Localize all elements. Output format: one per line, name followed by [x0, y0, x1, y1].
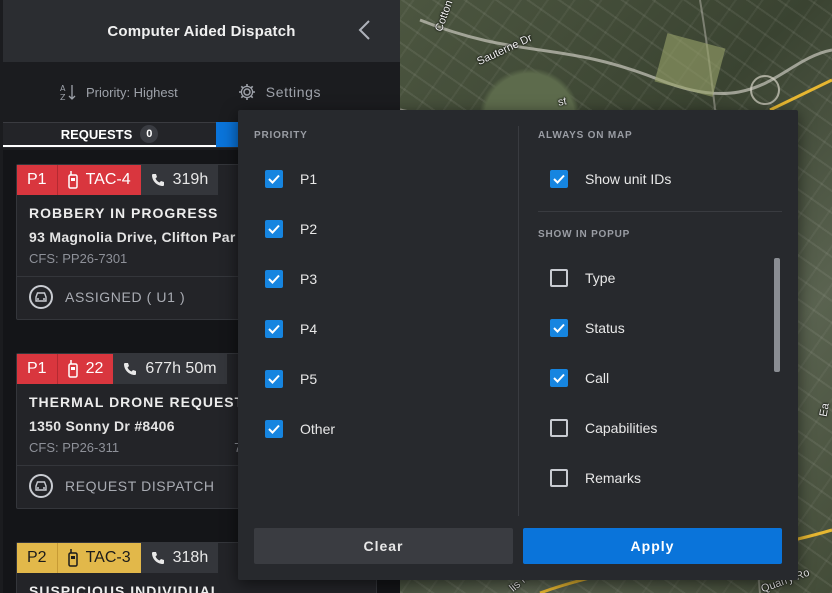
unit-id: TAC-4 [85, 171, 131, 188]
section-divider [538, 211, 782, 212]
priority-option-p1[interactable]: P1 [265, 170, 317, 188]
priority-chip: P1 [17, 165, 57, 195]
cfs-number: CFS: PP26-7301 [29, 251, 128, 266]
elapsed-chip: 677h 50m [113, 354, 227, 384]
option-label: Other [300, 421, 336, 437]
option-label: Call [585, 370, 610, 386]
priority-option-p3[interactable]: P3 [265, 270, 317, 288]
popup-option-status[interactable]: Status [550, 319, 625, 337]
checkbox-checked-icon[interactable] [265, 170, 283, 188]
call-cfs: CFS: PP26-7301 7 [17, 245, 257, 266]
priority-option-p4[interactable]: P4 [265, 320, 317, 338]
dispatch-label: REQUEST DISPATCH [65, 478, 215, 494]
sort-label: Priority: Highest [86, 84, 178, 100]
tab-requests-label: REQUESTS [60, 126, 133, 142]
priority-chip: P2 [17, 543, 57, 573]
assignment-status: ASSIGNED ( U1 ) [65, 289, 186, 305]
checkbox-checked-icon[interactable] [550, 319, 568, 337]
map-label-street: Ea [817, 402, 832, 418]
apply-button[interactable]: Apply [523, 528, 782, 564]
phone-icon [151, 174, 164, 186]
scrollbar-thumb[interactable] [774, 258, 780, 372]
elapsed-chip: 319h [140, 165, 219, 195]
column-divider [518, 126, 519, 516]
checkbox-checked-icon[interactable] [265, 320, 283, 338]
checkbox-checked-icon[interactable] [265, 220, 283, 238]
phone-icon [151, 552, 164, 564]
option-label: Show unit IDs [585, 171, 672, 187]
always-on-map-title: ALWAYS ON MAP [538, 130, 633, 141]
map-label-street: st [557, 95, 568, 109]
chevron-left-icon [358, 20, 370, 40]
option-label: Capabilities [585, 420, 658, 436]
car-icon [29, 474, 53, 498]
option-label: P5 [300, 371, 318, 387]
collapse-panel-button[interactable] [354, 19, 374, 43]
checkbox-checked-icon[interactable] [265, 420, 283, 438]
option-label: P3 [300, 271, 318, 287]
elapsed-chip: 318h [140, 543, 219, 573]
radio-icon [67, 360, 78, 378]
settings-button[interactable]: Settings [238, 83, 321, 101]
panel-title: Computer Aided Dispatch [107, 22, 296, 40]
svg-text:A: A [60, 84, 66, 93]
settings-popup: PRIORITY P1 P2 P3 P4 P5 Other ALWAYS ON … [238, 110, 798, 580]
checkbox-checked-icon[interactable] [550, 369, 568, 387]
requests-count-badge: 0 [140, 125, 159, 143]
elapsed-time: 319h [172, 171, 209, 188]
unit-id: TAC-3 [85, 549, 131, 566]
priority-option-p2[interactable]: P2 [265, 220, 317, 238]
checkbox-checked-icon[interactable] [550, 170, 568, 188]
popup-option-remarks[interactable]: Remarks [550, 469, 641, 487]
checkbox-checked-icon[interactable] [265, 270, 283, 288]
settings-label: Settings [265, 84, 322, 100]
popup-option-call[interactable]: Call [550, 369, 609, 387]
unit-chip: 22 [56, 354, 114, 384]
sort-button[interactable]: A Z Priority: Highest [60, 83, 178, 101]
priority-option-other[interactable]: Other [265, 420, 335, 438]
cfs-number: CFS: PP26-311 [29, 440, 120, 455]
unit-id: 22 [85, 360, 104, 377]
unit-chip: TAC-4 [56, 165, 141, 195]
phone-icon [124, 363, 137, 375]
elapsed-time: 318h [172, 549, 209, 566]
radio-icon [67, 171, 78, 189]
clear-button[interactable]: Clear [254, 528, 513, 564]
option-label: Status [585, 320, 625, 336]
panel-header: Computer Aided Dispatch [3, 0, 400, 62]
elapsed-time: 677h 50m [145, 360, 217, 377]
call-cfs: CFS: PP26-311 7/ [17, 434, 257, 455]
gear-icon [238, 84, 255, 100]
show-in-popup-title: SHOW IN POPUP [538, 229, 631, 240]
priority-option-p5[interactable]: P5 [265, 370, 317, 388]
tab-active-indicator[interactable] [216, 122, 238, 147]
tab-requests[interactable]: REQUESTS 0 [3, 122, 216, 147]
checkbox-unchecked-icon[interactable] [550, 269, 568, 287]
priority-section-title: PRIORITY [254, 130, 308, 141]
car-icon [29, 285, 53, 309]
show-unit-ids-option[interactable]: Show unit IDs [550, 170, 671, 188]
radio-icon [67, 549, 78, 567]
option-label: Type [585, 270, 616, 286]
svg-text:Z: Z [60, 93, 66, 101]
option-label: Remarks [585, 470, 642, 486]
option-label: P1 [300, 171, 318, 187]
option-label: P4 [300, 321, 318, 337]
popup-option-capabilities[interactable]: Capabilities [550, 419, 657, 437]
checkbox-unchecked-icon[interactable] [550, 469, 568, 487]
checkbox-unchecked-icon[interactable] [550, 419, 568, 437]
unit-chip: TAC-3 [56, 543, 141, 573]
sort-icon: A Z [60, 84, 76, 101]
checkbox-checked-icon[interactable] [265, 370, 283, 388]
popup-option-type[interactable]: Type [550, 269, 615, 287]
option-label: P2 [300, 221, 318, 237]
priority-chip: P1 [17, 354, 57, 384]
